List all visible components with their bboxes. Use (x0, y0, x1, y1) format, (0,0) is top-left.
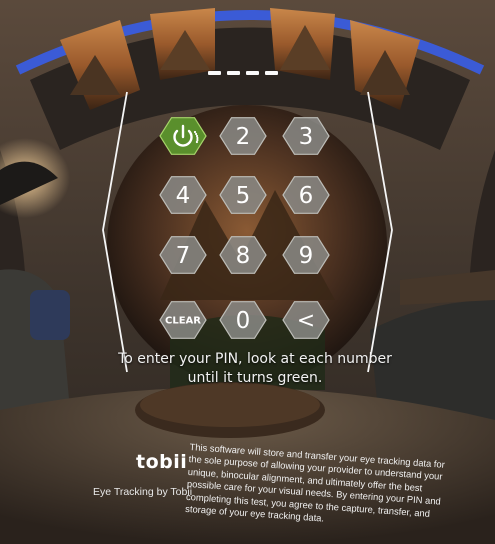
pin-digit-slot (265, 71, 278, 75)
instruction-line-1: To enter your PIN, look at each number (118, 351, 392, 367)
brand-caption: Eye Tracking by Tobii (93, 486, 193, 498)
pin-digit-slot (246, 71, 259, 75)
instruction-line-2: until it turns green. (187, 370, 323, 386)
tobii-logo: tobii (136, 451, 188, 473)
pin-digit-slot (208, 71, 221, 75)
vr-pin-entry-screen: 2 3 4 5 6 7 8 9 CLEAR 0 < To enter your PIN, look … (0, 0, 495, 544)
pin-entry-indicator (208, 71, 278, 79)
pin-digit-slot (227, 71, 240, 75)
instruction-text: To enter your PIN, look at each number u… (110, 350, 400, 388)
